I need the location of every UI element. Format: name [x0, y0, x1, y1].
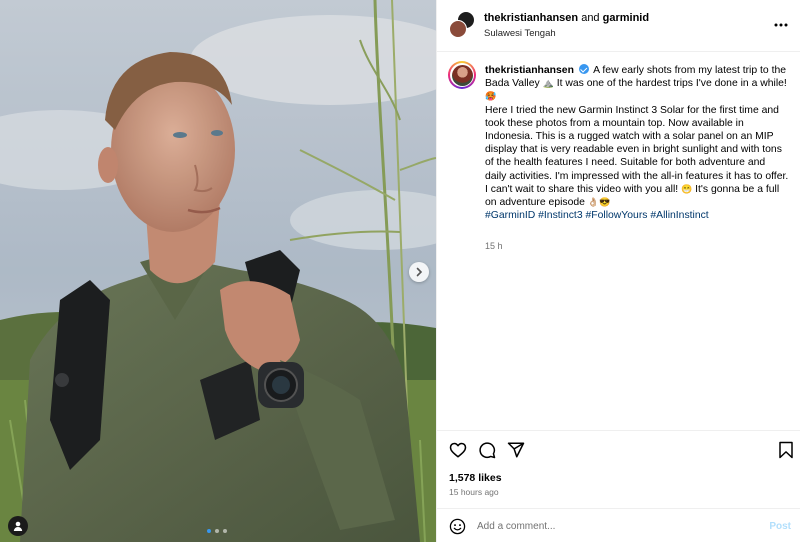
- more-horizontal-icon: [774, 23, 788, 27]
- like-count[interactable]: 1,578 likes: [449, 472, 502, 484]
- comment-icon[interactable]: [478, 441, 496, 459]
- grin-emoji: 😁: [681, 183, 693, 194]
- emoji-icon[interactable]: [449, 518, 466, 535]
- caption-timestamp: 15 h: [485, 241, 503, 251]
- carousel-dot: [207, 529, 211, 533]
- hashtag-links[interactable]: #GarminID #Instinct3 #FollowYours #Allin…: [485, 210, 709, 221]
- caption-p2: Here I tried the new Garmin Instinct 3 S…: [485, 104, 789, 182]
- mountain-emoji: ⛰️: [542, 78, 554, 89]
- share-icon[interactable]: [507, 441, 525, 459]
- carousel-dot: [215, 529, 219, 533]
- caption-p1b: It was one of the hardest trips I've don…: [556, 78, 787, 90]
- caption-p3a: I can't wait to share this video with yo…: [485, 183, 679, 195]
- carousel-next-button[interactable]: [409, 262, 429, 282]
- carousel-dot: [223, 529, 227, 533]
- author-username-link[interactable]: thekristianhansen: [484, 12, 578, 24]
- comment-input[interactable]: [477, 516, 757, 536]
- post-comment-button[interactable]: Post: [769, 521, 791, 532]
- collab-avatars[interactable]: [449, 11, 475, 39]
- more-options-button[interactable]: [773, 17, 789, 33]
- location-link[interactable]: Sulawesi Tengah: [484, 28, 649, 39]
- avatar: [451, 64, 473, 86]
- caption-area: thekristianhansen A few early shots from…: [437, 52, 800, 430]
- post-header: thekristianhansen and garminid Sulawesi …: [437, 0, 800, 52]
- caption-text: thekristianhansen A few early shots from…: [485, 64, 789, 222]
- hot-face-emoji: 🥵: [485, 91, 497, 102]
- action-bar: [437, 430, 800, 460]
- tagged-users-button[interactable]: [8, 516, 28, 536]
- comment-bar: Post: [437, 508, 800, 542]
- chevron-right-icon: [416, 267, 423, 277]
- collab-username-link[interactable]: garminid: [603, 12, 649, 24]
- ok-sunglasses-emoji: 👌🏼😎: [587, 197, 611, 208]
- post-timestamp[interactable]: 15 hours ago: [449, 487, 499, 497]
- collab-connector: and: [578, 12, 603, 24]
- user-icon: [13, 521, 23, 531]
- caption-username-link[interactable]: thekristianhansen: [485, 65, 574, 76]
- heart-icon[interactable]: [449, 441, 467, 459]
- avatar-thekristianhansen: [449, 20, 467, 38]
- verified-badge-icon: [578, 64, 589, 74]
- post-image: [0, 0, 436, 542]
- carousel-indicator: [207, 529, 227, 533]
- bookmark-icon[interactable]: [777, 441, 795, 459]
- caption-avatar[interactable]: [448, 61, 476, 89]
- post-photo[interactable]: [0, 0, 436, 542]
- post-details-panel: thekristianhansen and garminid Sulawesi …: [436, 0, 800, 542]
